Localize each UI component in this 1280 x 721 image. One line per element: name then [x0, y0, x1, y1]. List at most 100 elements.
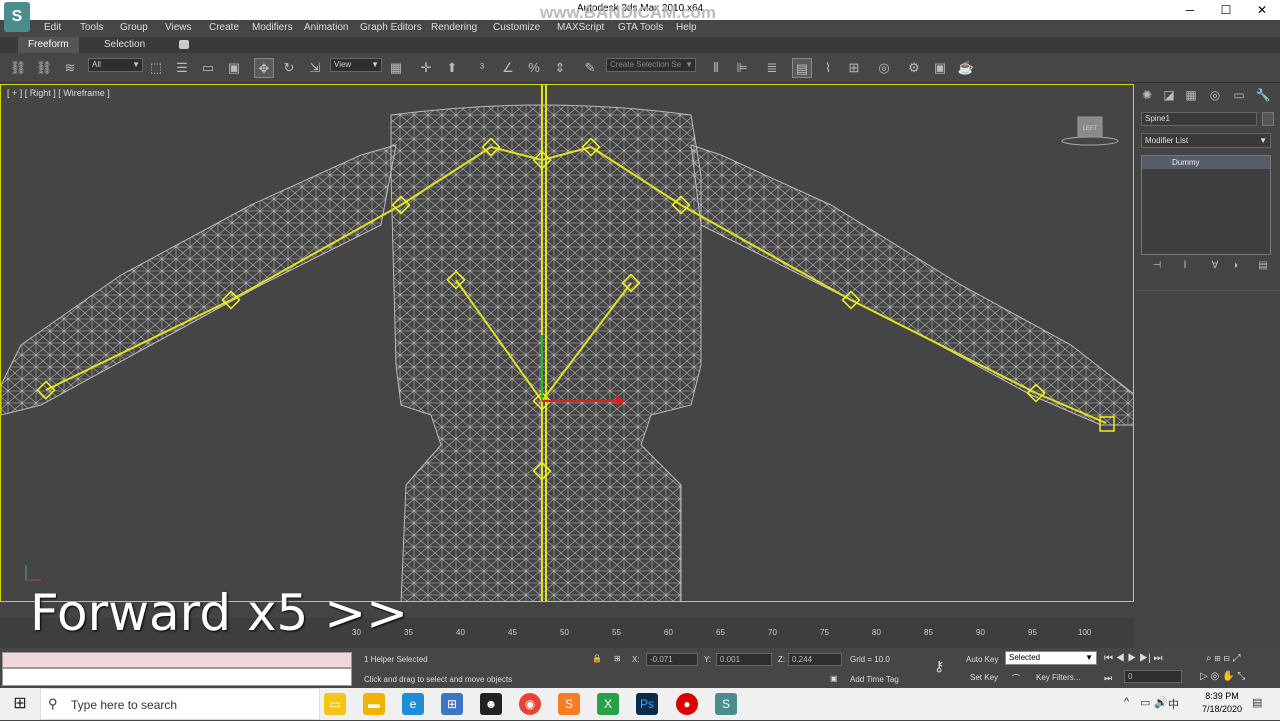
windows-start-icon[interactable]: ⊞: [0, 688, 40, 720]
viewport-nav-icons-2[interactable]: ▷ ◎ ✋ ⤡: [1200, 671, 1245, 682]
maxscript-listener-input[interactable]: [2, 652, 352, 668]
add-time-tag-button[interactable]: Add Time Tag: [850, 675, 899, 684]
ribbon-toggle-icon[interactable]: [179, 40, 189, 49]
tray-volume-icon[interactable]: 🔊: [1154, 696, 1168, 709]
default-tangent-icon[interactable]: ⌒: [1012, 673, 1020, 684]
taskbar-app-folder-icon[interactable]: ▬: [363, 693, 385, 715]
select-object-icon[interactable]: ⬚: [146, 58, 166, 78]
maximize-button[interactable]: ☐: [1208, 0, 1244, 20]
viewcube[interactable]: LEFT: [1061, 115, 1119, 147]
modify-panel-icon[interactable]: ◪: [1160, 88, 1178, 104]
graphite-toggle-icon[interactable]: ▤: [792, 58, 812, 78]
window-crossing-icon[interactable]: ▣: [224, 58, 244, 78]
taskbar-app-chrome-icon[interactable]: ◉: [519, 693, 541, 715]
rendered-frame-icon[interactable]: ▣: [930, 58, 950, 78]
menu-gta-tools[interactable]: GTA Tools: [618, 22, 663, 33]
pin-stack-icon[interactable]: ⊣: [1149, 260, 1165, 276]
taskbar-app-bandicam-icon[interactable]: ●: [676, 693, 698, 715]
show-end-result-icon[interactable]: Ⅰ: [1177, 260, 1193, 276]
tray-lang-icon[interactable]: 中: [1168, 696, 1179, 712]
taskbar-app-sublime-icon[interactable]: S: [558, 693, 580, 715]
taskbar-app-store-icon[interactable]: ⊞: [441, 693, 463, 715]
auto-key-button[interactable]: Auto Key: [966, 655, 998, 664]
spinner-snap-icon[interactable]: ⇕: [550, 58, 570, 78]
key-filters-button[interactable]: Key Filters...: [1036, 673, 1080, 682]
menu-customize[interactable]: Customize: [493, 22, 540, 33]
display-panel-icon[interactable]: ▭: [1230, 88, 1248, 104]
lock-selection-icon[interactable]: 🔒: [592, 654, 602, 663]
create-panel-icon[interactable]: ✺: [1138, 88, 1156, 104]
current-frame-field[interactable]: 0: [1124, 670, 1182, 683]
selection-filter-select[interactable]: All ▼: [88, 58, 143, 72]
modifier-stack-entry[interactable]: Dummy: [1142, 156, 1270, 169]
modifier-list-select[interactable]: Modifier List ▼: [1141, 133, 1271, 148]
taskbar-app-explorer-icon[interactable]: ▭: [324, 693, 346, 715]
app-logo-icon[interactable]: S: [4, 2, 30, 32]
align-icon[interactable]: ⊫: [732, 58, 752, 78]
rect-selection-icon[interactable]: ▭: [198, 58, 218, 78]
y-coordinate-field[interactable]: 0.001: [716, 653, 772, 666]
named-selection-select[interactable]: Create Selection Se ▼: [606, 58, 696, 72]
keyboard-shortcut-icon[interactable]: ⬆: [442, 58, 462, 78]
absolute-mode-icon[interactable]: ⊞: [614, 654, 621, 663]
menu-edit[interactable]: Edit: [44, 22, 61, 33]
playback-controls[interactable]: ⏮ ◀ ▶ ▶| ⏭: [1104, 653, 1162, 664]
unlink-icon[interactable]: ⛓: [34, 58, 54, 78]
menu-help[interactable]: Help: [676, 22, 697, 33]
time-tag-icon[interactable]: ▣: [830, 674, 838, 683]
set-key-button[interactable]: Set Key: [970, 673, 998, 682]
scale-icon[interactable]: ⇲: [305, 58, 325, 78]
ref-coord-select[interactable]: View ▼: [330, 58, 382, 72]
layer-manager-icon[interactable]: ≣: [762, 58, 782, 78]
menu-modifiers[interactable]: Modifiers: [252, 22, 293, 33]
taskbar-clock[interactable]: 8:39 PM 7/18/2020: [1202, 690, 1242, 716]
material-editor-icon[interactable]: ◎: [874, 58, 894, 78]
menu-views[interactable]: Views: [165, 22, 192, 33]
close-button[interactable]: ✕: [1244, 0, 1280, 20]
menu-group[interactable]: Group: [120, 22, 148, 33]
menu-maxscript[interactable]: MAXScript: [557, 22, 604, 33]
pivot-center-icon[interactable]: ▦: [386, 58, 406, 78]
z-coordinate-field[interactable]: 0.244: [788, 653, 842, 666]
snap-toggle-icon[interactable]: ³: [472, 58, 492, 78]
motion-panel-icon[interactable]: ◎: [1206, 88, 1224, 104]
utilities-panel-icon[interactable]: 🔧: [1254, 88, 1272, 104]
menu-tools[interactable]: Tools: [80, 22, 103, 33]
move-icon[interactable]: ✥: [254, 58, 274, 78]
remove-modifier-icon[interactable]: ◑: [1227, 260, 1243, 276]
mirror-icon[interactable]: ⫴: [706, 58, 726, 78]
bind-space-warp-icon[interactable]: ≋: [60, 58, 80, 78]
menu-animation[interactable]: Animation: [304, 22, 348, 33]
taskbar-app-game-icon[interactable]: ☻: [480, 693, 502, 715]
configure-modifier-sets-icon[interactable]: ▤: [1255, 260, 1271, 276]
object-name-field[interactable]: Spine1: [1141, 112, 1257, 126]
viewport-right[interactable]: [ + ] [ Right ] [ Wireframe ] LEFT: [0, 84, 1134, 602]
tab-selection[interactable]: Selection: [94, 37, 155, 53]
key-icon[interactable]: ⚷: [934, 658, 944, 675]
tray-network-icon[interactable]: ▭: [1140, 696, 1150, 709]
tab-freeform[interactable]: Freeform: [18, 37, 79, 53]
tray-chevron-icon[interactable]: ^: [1124, 696, 1129, 708]
render-setup-icon[interactable]: ⚙: [904, 58, 924, 78]
taskbar-app-excel-icon[interactable]: X: [597, 693, 619, 715]
notification-icon[interactable]: ▤: [1252, 696, 1262, 709]
taskbar-app-3dsmax-icon[interactable]: S: [715, 693, 737, 715]
viewport-nav-icons[interactable]: ⌕ ⊞ ⊟ ⤢: [1206, 653, 1241, 664]
link-icon[interactable]: ⛓: [8, 58, 28, 78]
modifier-stack[interactable]: Dummy: [1141, 155, 1271, 255]
schematic-view-icon[interactable]: ⊞: [844, 58, 864, 78]
maxscript-output[interactable]: [2, 668, 352, 686]
menu-graph-editors[interactable]: Graph Editors: [360, 22, 422, 33]
key-mode-toggle-icon[interactable]: ⏭: [1104, 673, 1112, 684]
menu-rendering[interactable]: Rendering: [431, 22, 477, 33]
key-mode-select[interactable]: Selected ▼: [1005, 651, 1097, 665]
select-by-name-icon[interactable]: ☰: [172, 58, 192, 78]
angle-snap-icon[interactable]: ∠: [498, 58, 518, 78]
taskbar-search-input[interactable]: Type here to search: [40, 688, 320, 720]
taskbar-app-edge-icon[interactable]: e: [402, 693, 424, 715]
menu-create[interactable]: Create: [209, 22, 239, 33]
make-unique-icon[interactable]: ∀: [1207, 260, 1223, 276]
hierarchy-panel-icon[interactable]: ▦: [1182, 88, 1200, 104]
object-color-swatch[interactable]: [1262, 112, 1274, 126]
minimize-button[interactable]: ─: [1172, 0, 1208, 20]
